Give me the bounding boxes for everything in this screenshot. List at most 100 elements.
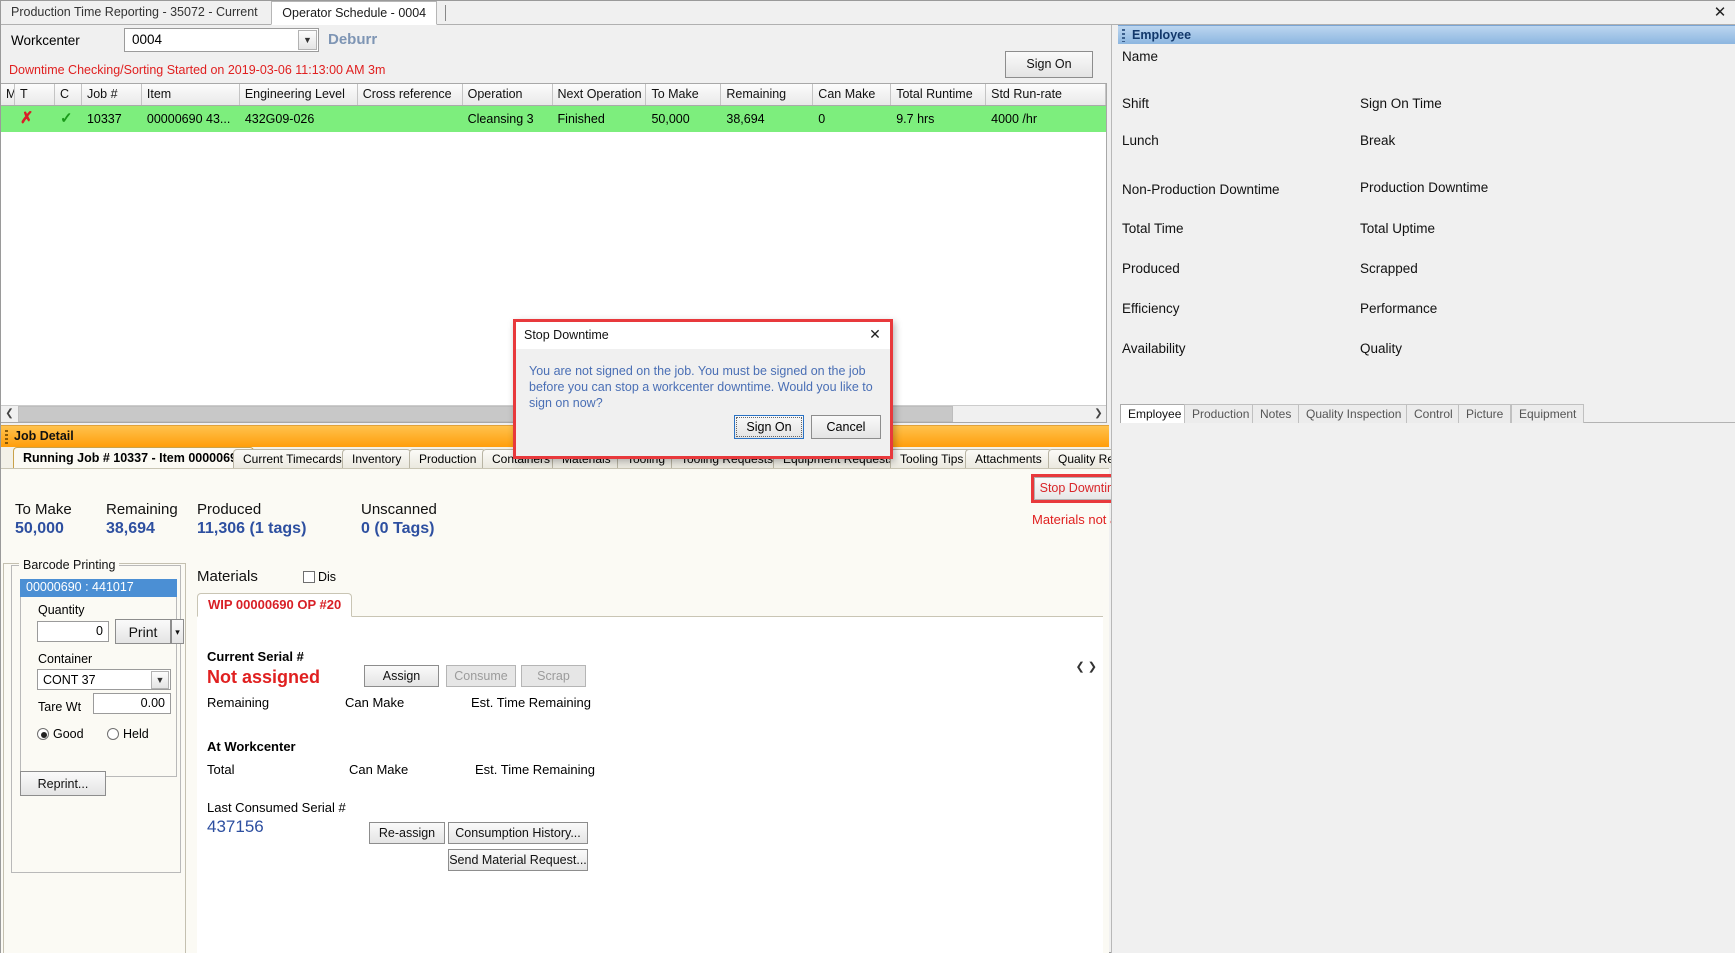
stop-downtime-dialog: Stop Downtime ✕ You are not signed on th…	[513, 319, 893, 459]
column-header-to-make[interactable]: To Make	[646, 84, 722, 105]
materials-display-checkbox-label: Dis	[318, 570, 337, 584]
tab-current-timecards[interactable]: Current Timecards	[233, 449, 352, 468]
column-header-total-runtime[interactable]: Total Runtime	[891, 84, 987, 105]
reprint-button[interactable]: Reprint...	[20, 771, 106, 796]
column-header-remaining[interactable]: Remaining	[721, 84, 814, 105]
close-icon[interactable]: ✕	[1710, 3, 1730, 23]
re-assign-button[interactable]: Re-assign	[369, 822, 445, 844]
employee-band: Employee	[1118, 25, 1735, 44]
stat-to-make: To Make 50,000	[15, 501, 72, 538]
window-tab-operator-schedule[interactable]: Operator Schedule - 0004	[271, 1, 438, 25]
materials-pager[interactable]: ❮ ❯	[1076, 660, 1098, 673]
column-header-item[interactable]: Item	[142, 84, 240, 105]
quantity-label: Quantity	[38, 603, 85, 617]
container-select[interactable]: CONT 37 ▼	[37, 669, 171, 690]
column-header-c[interactable]: C	[55, 84, 82, 105]
sign-on-button[interactable]: Sign On	[1005, 51, 1093, 78]
x-icon: ✗	[20, 110, 34, 127]
column-header-operation[interactable]: Operation	[463, 84, 553, 105]
tab-notes[interactable]: Notes	[1252, 404, 1300, 423]
dialog-sign-on-button[interactable]: Sign On	[734, 415, 804, 439]
stat-to-make-value: 50,000	[15, 520, 64, 537]
column-header-t[interactable]: T	[15, 84, 55, 105]
chevron-down-icon[interactable]: ▼	[151, 671, 169, 689]
est-time-remaining-label: Est. Time Remaining	[471, 695, 591, 710]
close-icon[interactable]: ✕	[866, 326, 884, 344]
barcode-printing-header: 00000690 : 441017	[20, 579, 177, 597]
column-header-std-run-rate[interactable]: Std Run-rate	[986, 84, 1106, 105]
dialog-cancel-button[interactable]: Cancel	[811, 415, 881, 439]
barcode-printing-legend: Barcode Printing	[19, 558, 120, 572]
tab-quality-inspection[interactable]: Quality Inspection	[1298, 404, 1410, 423]
application-window: Production Time Reporting - 35072 - Curr…	[0, 0, 1735, 953]
assign-button[interactable]: Assign	[364, 665, 439, 687]
employee-availability-label: Availability	[1122, 341, 1186, 356]
chevron-down-icon[interactable]: ▼	[298, 30, 317, 50]
cell-engineering-level: 432G09-026	[244, 112, 315, 126]
scrap-button: Scrap	[521, 665, 586, 687]
tab-equipment[interactable]: Equipment	[1511, 404, 1585, 423]
window-tab-production-time-reporting[interactable]: Production Time Reporting - 35072 - Curr…	[1, 1, 268, 25]
radio-good[interactable]: Good	[37, 727, 84, 741]
employee-break-label: Break	[1360, 133, 1396, 148]
radio-held[interactable]: Held	[107, 727, 149, 741]
stat-unscanned-value: 0 (0 Tags)	[361, 520, 435, 537]
at-wc-can-make-label: Can Make	[349, 762, 409, 777]
tab-employee[interactable]: Employee	[1120, 404, 1190, 423]
tab-control[interactable]: Control	[1406, 404, 1461, 423]
stat-remaining-value: 38,694	[106, 520, 155, 537]
tab-picture[interactable]: Picture	[1458, 404, 1512, 423]
current-serial-label: Current Serial #	[207, 649, 304, 664]
column-header-can-make[interactable]: Can Make	[813, 84, 892, 105]
cell-operation: Cleansing 3	[467, 112, 534, 126]
radio-dot-icon	[37, 728, 49, 740]
employee-shift-label: Shift	[1122, 96, 1150, 111]
checkbox-icon	[303, 571, 315, 583]
consumption-history-button[interactable]: Consumption History...	[448, 822, 588, 844]
materials-prev-icon[interactable]: ❮	[1076, 661, 1085, 673]
materials-title: Materials	[197, 568, 258, 585]
stat-produced-label: Produced	[197, 501, 262, 518]
employee-quality-label: Quality	[1360, 341, 1403, 356]
tab-inventory[interactable]: Inventory	[342, 449, 412, 468]
tab-caret	[444, 5, 446, 21]
materials-tab-wip[interactable]: WIP 00000690 OP #20	[197, 593, 353, 617]
cell-remaining: 38,694	[726, 112, 765, 126]
row-status-icon-t[interactable]: ✗	[15, 106, 55, 132]
table-row[interactable]: ✗ ✓ 10337 00000690 43... 432G09-026 Clea…	[1, 106, 1106, 132]
tare-wt-input[interactable]: 0.00	[93, 693, 171, 714]
employee-scrapped-label: Scrapped	[1360, 261, 1418, 276]
workcenter-select[interactable]: 0004 ▼	[124, 28, 319, 52]
print-dropdown-icon[interactable]: ▾	[171, 619, 184, 644]
materials-body: Current Serial # Not assigned Remaining …	[197, 617, 1103, 953]
stat-to-make-label: To Make	[15, 501, 72, 518]
print-button[interactable]: Print	[115, 619, 171, 644]
tab-tooling-tips[interactable]: Tooling Tips	[890, 449, 974, 468]
materials-next-icon[interactable]: ❯	[1088, 661, 1097, 673]
cell-std-run-rate: 4000 /hr	[991, 112, 1037, 126]
column-header-next-operation[interactable]: Next Operation	[553, 84, 647, 105]
scroll-right-icon[interactable]: ❯	[1090, 406, 1106, 422]
last-consumed-label: Last Consumed Serial #	[207, 800, 346, 815]
tab-production[interactable]: Production	[409, 449, 487, 468]
check-icon: ✓	[59, 110, 73, 127]
cell-can-make: 0	[818, 112, 826, 126]
scroll-left-icon[interactable]: ❮	[1, 406, 18, 422]
stat-unscanned-label: Unscanned	[361, 501, 437, 518]
column-header-m[interactable]: M	[1, 84, 15, 105]
quantity-input[interactable]: 0	[37, 621, 109, 642]
workcenter-label: Workcenter	[11, 33, 80, 48]
row-status-icon-c[interactable]: ✓	[55, 106, 82, 132]
employee-sign-on-time-label: Sign On Time	[1360, 96, 1442, 111]
cell-job-number: 10337	[86, 112, 122, 126]
tab-attachments[interactable]: Attachments	[965, 449, 1052, 468]
materials-display-checkbox[interactable]: Dis	[303, 570, 336, 584]
employee-total-time-label: Total Time	[1122, 221, 1184, 236]
column-header-cross-reference[interactable]: Cross reference	[358, 84, 463, 105]
tab-running-job[interactable]: Running Job # 10337 - Item 00000690	[13, 447, 254, 468]
column-header-job-number[interactable]: Job #	[82, 84, 142, 105]
send-material-request-button[interactable]: Send Material Request...	[448, 849, 588, 871]
radio-held-label: Held	[123, 727, 149, 741]
tab-production[interactable]: Production	[1184, 404, 1258, 423]
column-header-engineering-level[interactable]: Engineering Level	[240, 84, 358, 105]
